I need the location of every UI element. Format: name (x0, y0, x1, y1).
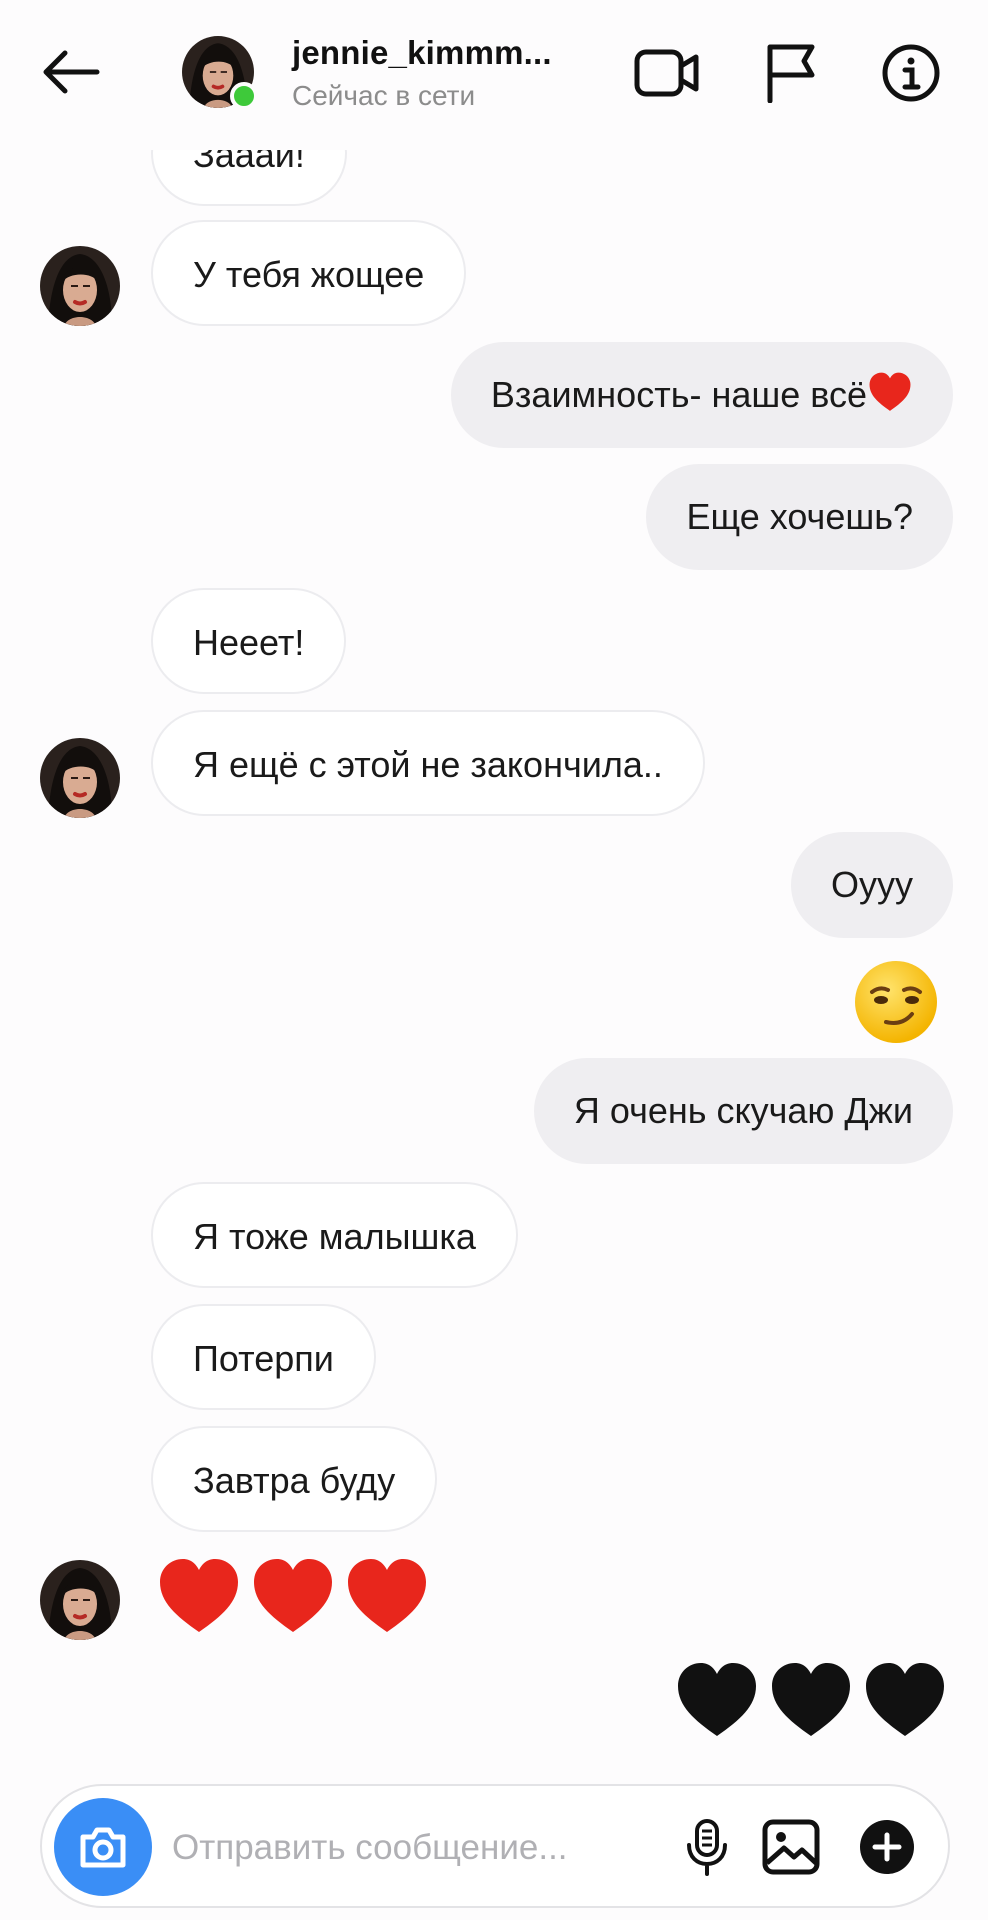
voice-message-button[interactable] (676, 1816, 738, 1878)
online-indicator (230, 82, 258, 110)
add-button[interactable] (856, 1816, 918, 1878)
plus-icon (860, 1820, 914, 1874)
sender-avatar[interactable] (40, 246, 120, 326)
red-heart-icon (250, 1556, 336, 1636)
contact-avatar[interactable] (182, 36, 258, 110)
info-button[interactable] (876, 42, 946, 104)
flag-icon (767, 44, 815, 103)
red-heart-icon (344, 1556, 430, 1636)
contact-status: Сейчас в сети (292, 80, 476, 111)
microphone-icon (687, 1819, 727, 1876)
camera-button[interactable] (54, 1798, 152, 1896)
message-bubble-incoming[interactable]: Нееет! (151, 588, 347, 694)
camera-icon (80, 1827, 126, 1868)
message-text: Взаимность- наше всё (490, 374, 867, 415)
red-hearts-message[interactable] (156, 1556, 430, 1636)
black-heart-icon (862, 1660, 948, 1740)
message-bubble-outgoing[interactable]: Еще хочешь? (646, 464, 953, 570)
message-input[interactable] (172, 1822, 672, 1874)
red-heart-icon (156, 1556, 242, 1636)
black-hearts-message[interactable] (674, 1660, 948, 1740)
sender-avatar[interactable] (40, 738, 120, 818)
message-bubble-incoming[interactable]: Я ещё с этой не закончила.. (151, 710, 705, 816)
chat-header: jennie_kimmm... Сейчас в сети (0, 0, 988, 150)
message-bubble-outgoing[interactable]: Оууу (790, 832, 953, 938)
video-call-button[interactable] (632, 42, 702, 104)
contact-username[interactable]: jennie_kimmm... (292, 34, 552, 72)
info-icon (882, 44, 940, 102)
message-bubble-incoming[interactable]: Я тоже малышка (151, 1182, 518, 1288)
video-call-icon (634, 49, 699, 97)
sender-avatar[interactable] (40, 1560, 120, 1640)
back-button[interactable] (36, 44, 106, 100)
back-arrow-icon (43, 50, 100, 94)
message-bubble-outgoing[interactable]: Взаимность- наше всё (450, 342, 953, 448)
smirking-face-emoji[interactable] (852, 958, 940, 1046)
message-bubble-incoming[interactable]: У тебя жощее (151, 220, 467, 326)
red-heart-icon (867, 371, 913, 413)
message-composer (40, 1784, 950, 1908)
message-bubble-outgoing[interactable]: Я очень скучаю Джи (533, 1058, 953, 1164)
message-bubble-incoming[interactable]: Потерпи (151, 1304, 376, 1410)
gallery-button[interactable] (760, 1816, 822, 1878)
black-heart-icon (768, 1660, 854, 1740)
black-heart-icon (674, 1660, 760, 1740)
message-bubble-incoming[interactable]: Завтра буду (151, 1426, 438, 1532)
report-button[interactable] (756, 42, 826, 104)
gallery-icon (762, 1819, 820, 1875)
